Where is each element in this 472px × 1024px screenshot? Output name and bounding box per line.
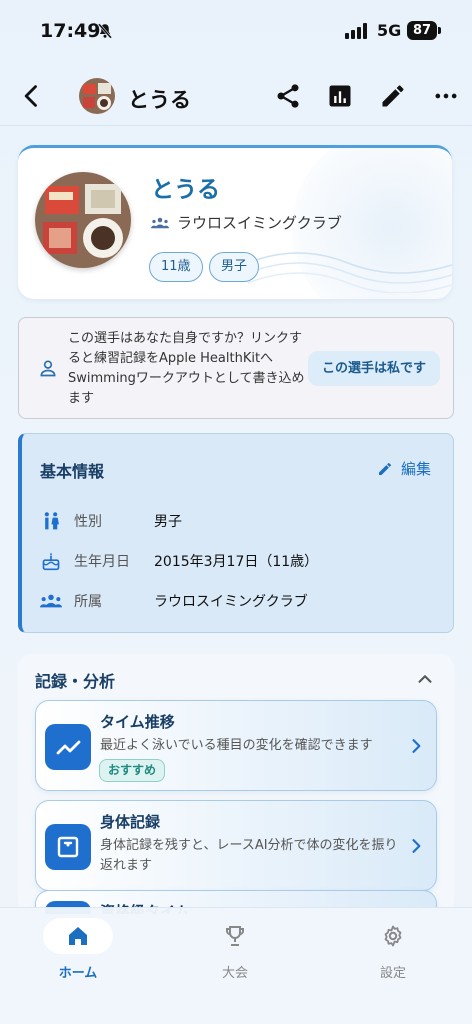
card-title: 身体記録 bbox=[100, 813, 161, 831]
link-self-card: この選手はあなた自身ですか？リンクすると練習記録をApple HealthKit… bbox=[18, 317, 454, 419]
tab-label: 大会 bbox=[221, 966, 248, 981]
gear-icon bbox=[384, 925, 402, 947]
profile-avatar bbox=[35, 172, 131, 268]
profile-card: とうる ラウロスイミングクラブ 11歳 男子 bbox=[18, 145, 452, 299]
info-label: 性別 bbox=[74, 514, 102, 530]
tab-bar: ホーム 大会 設定 bbox=[0, 907, 472, 1024]
nav-bar: とうる bbox=[0, 70, 472, 126]
back-icon[interactable] bbox=[18, 82, 46, 110]
group-icon bbox=[40, 594, 62, 608]
link-description: この選手はあなた自身ですか？リンクすると練習記録をApple HealthKit… bbox=[68, 331, 305, 406]
group-icon bbox=[151, 217, 169, 228]
battery-icon: 87 bbox=[407, 21, 441, 40]
tab-pill bbox=[358, 918, 428, 954]
edit-basic-info-button[interactable]: 編集 bbox=[377, 458, 431, 479]
club-row: ラウロスイミングクラブ bbox=[151, 212, 342, 233]
tab-label: 設定 bbox=[379, 966, 406, 981]
age-chip: 11歳 bbox=[149, 252, 203, 282]
status-bar: 17:49 5G 87 bbox=[0, 0, 472, 60]
edit-icon[interactable] bbox=[379, 82, 407, 110]
network-type: 5G bbox=[377, 21, 402, 40]
trend-icon-box bbox=[45, 724, 91, 770]
tab-label: ホーム bbox=[58, 966, 98, 981]
time-trend-card[interactable]: タイム推移 最近よく泳いでいる種目の変化を確認できます おすすめ bbox=[35, 700, 437, 791]
trend-icon bbox=[56, 740, 81, 755]
gender-icon bbox=[44, 512, 59, 530]
scale-icon bbox=[57, 836, 79, 858]
info-value: ラウロスイミングクラブ bbox=[154, 594, 308, 610]
analysis-title: 記録・分析 bbox=[35, 672, 116, 691]
share-icon[interactable] bbox=[274, 82, 302, 110]
trophy-icon bbox=[226, 926, 244, 946]
more-icon[interactable] bbox=[432, 82, 460, 110]
link-self-button[interactable]: この選手は私です bbox=[308, 351, 440, 386]
chevron-up-icon[interactable] bbox=[414, 668, 436, 690]
signal-icon bbox=[345, 23, 367, 39]
analysis-section: 記録・分析 タイム推移 最近よく泳いでいる種目の変化を確認できます おすすめ 身… bbox=[18, 654, 454, 914]
scale-icon-box bbox=[45, 824, 91, 870]
info-value: 2015年3月17日（11歳） bbox=[154, 554, 319, 570]
tab-settings[interactable]: 設定 bbox=[343, 918, 443, 981]
pencil-icon bbox=[378, 462, 391, 475]
cake-icon bbox=[42, 552, 60, 571]
bell-muted-icon bbox=[98, 23, 112, 39]
club-name: ラウロスイミングクラブ bbox=[177, 214, 342, 232]
tab-pill bbox=[43, 918, 113, 954]
info-label: 生年月日 bbox=[74, 554, 130, 570]
chevron-right-icon bbox=[412, 839, 421, 853]
tab-tournament[interactable]: 大会 bbox=[185, 918, 285, 981]
info-row-birthday: 生年月日 2015年3月17日（11歳） bbox=[40, 550, 318, 572]
status-time: 17:49 bbox=[40, 20, 101, 42]
info-value: 男子 bbox=[154, 514, 182, 530]
gender-chip: 男子 bbox=[209, 252, 260, 282]
nav-avatar bbox=[79, 78, 115, 114]
recommended-badge: おすすめ bbox=[99, 759, 166, 782]
nav-title: とうる bbox=[128, 88, 191, 112]
basic-info-card: 基本情報 編集 性別 男子 生年月日 2015年3月17日（11歳） 所属 ラウ… bbox=[18, 433, 454, 633]
person-icon bbox=[40, 360, 56, 377]
home-icon bbox=[69, 927, 87, 945]
card-description: 最近よく泳いでいる種目の変化を確認できます bbox=[100, 738, 373, 753]
card-description: 身体記録を残すと、レースAI分析で体の変化を振り返れます bbox=[100, 838, 398, 873]
tab-pill bbox=[200, 918, 270, 954]
body-record-card[interactable]: 身体記録 身体記録を残すと、レースAI分析で体の変化を振り返れます bbox=[35, 800, 437, 891]
player-name: とうる bbox=[151, 177, 220, 203]
info-row-club: 所属 ラウロスイミングクラブ bbox=[40, 590, 308, 612]
card-title: タイム推移 bbox=[100, 713, 175, 731]
chevron-right-icon bbox=[412, 739, 421, 753]
basic-info-title: 基本情報 bbox=[40, 462, 105, 481]
info-row-gender: 性別 男子 bbox=[40, 510, 182, 532]
edit-label: 編集 bbox=[400, 460, 431, 478]
wave-decoration bbox=[248, 252, 452, 293]
chart-icon[interactable] bbox=[326, 82, 354, 110]
info-label: 所属 bbox=[74, 594, 102, 610]
tab-home[interactable]: ホーム bbox=[28, 918, 128, 981]
